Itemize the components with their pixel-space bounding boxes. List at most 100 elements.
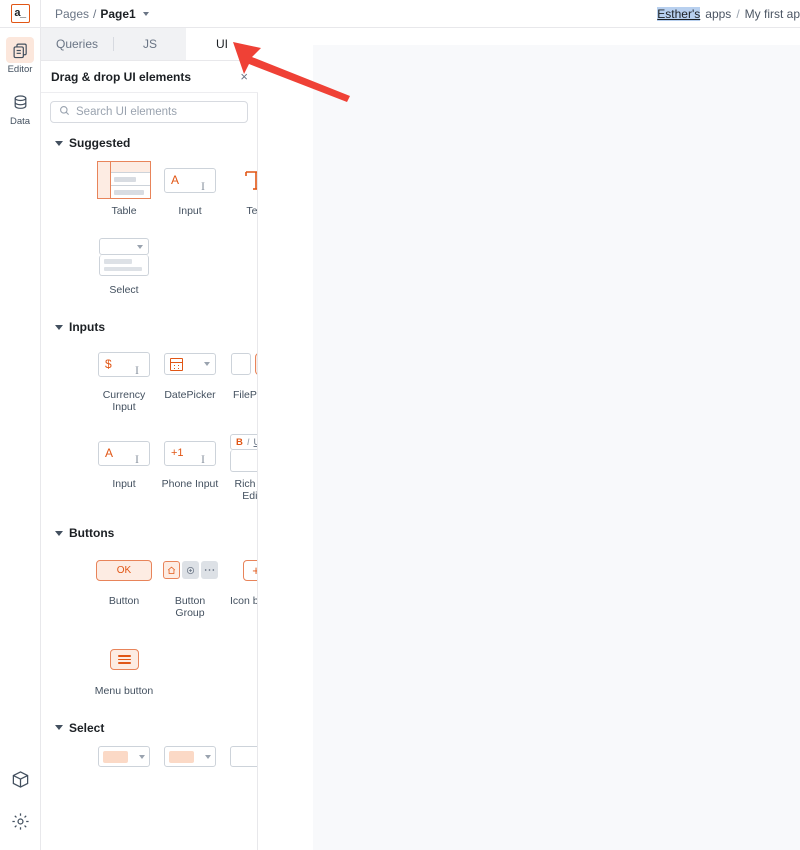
cube-icon[interactable]: [6, 766, 34, 792]
workspace-name-rest[interactable]: apps: [705, 7, 731, 21]
widget-card-phone-input[interactable]: +1 I Phone Input: [157, 433, 223, 512]
widget-card-select-b[interactable]: [157, 745, 223, 784]
breadcrumb-pages[interactable]: Pages: [55, 7, 89, 21]
section-title-inputs: Inputs: [69, 320, 105, 335]
tab-ui-label: UI: [216, 37, 228, 51]
widget-card-rich-text-editor[interactable]: B I U Rich Text Editor: [223, 433, 258, 512]
widget-card-currency-input[interactable]: $ I Currency Input: [91, 344, 157, 423]
application-name[interactable]: My first ap: [745, 7, 800, 21]
rte-bold-glyph: B: [236, 436, 243, 448]
widget-label: Text: [246, 205, 258, 217]
chevron-down-icon: [55, 324, 63, 330]
widget-label: Button Group: [174, 595, 206, 620]
table-widget-icon: [97, 160, 151, 200]
chevron-down-icon[interactable]: [142, 11, 149, 16]
chevron-down-icon: [55, 725, 63, 731]
breadcrumb: Pages / Page1: [55, 7, 149, 21]
close-icon[interactable]: ×: [240, 70, 248, 83]
select-value-chip: [169, 750, 194, 763]
text-widget-icon: [243, 160, 257, 200]
section-header-select[interactable]: Select: [41, 707, 257, 739]
multiselect-widget-icon: [164, 745, 216, 769]
select-widget-icon: [99, 235, 149, 279]
widget-label: Button: [108, 595, 140, 608]
button-widget-icon: OK: [96, 550, 152, 590]
breadcrumb-separator: /: [93, 6, 97, 21]
plus-circle-icon: [181, 561, 199, 580]
widget-card-filepicker[interactable]: FilePicker: [223, 344, 257, 423]
rail-item-editor[interactable]: Editor: [0, 28, 41, 80]
widget-grid-suggested: Table A I Input Te Select: [41, 154, 257, 306]
widget-label: Select: [109, 284, 139, 297]
widget-card-datepicker[interactable]: DatePicker: [157, 344, 223, 423]
widget-label: Phone Input: [161, 478, 219, 491]
search-icon: [59, 105, 70, 119]
widget-label: Rich Text Editor: [234, 478, 258, 503]
input-letter-glyph: A: [105, 445, 114, 460]
rail-item-data[interactable]: Data: [0, 80, 41, 132]
widget-grid-inputs: $ I Currency Input DatePicker FileP A I …: [41, 338, 257, 512]
breadcrumb-current-page[interactable]: Page1: [100, 7, 135, 21]
widget-card-select-c[interactable]: [223, 745, 257, 784]
chevron-down-icon: [204, 362, 210, 367]
datepicker-widget-icon: [164, 344, 216, 384]
widget-grid-select: [41, 739, 257, 784]
copy-pages-icon: [6, 37, 34, 63]
widget-card-text[interactable]: Text: [223, 160, 258, 227]
tab-queries[interactable]: Queries: [41, 28, 113, 60]
widget-label: FilePicker: [232, 389, 257, 402]
widget-card-button[interactable]: OK Button: [91, 550, 157, 629]
appsmith-editor-window: a_ Pages / Page1 Esther's apps / My firs…: [0, 0, 800, 850]
app-canvas[interactable]: Revenue($): [313, 45, 800, 850]
left-rail: Editor Data: [0, 28, 41, 850]
input-widget-icon: A I: [164, 160, 216, 200]
select-widget-icon: [98, 745, 150, 769]
app-logo[interactable]: a_: [0, 0, 41, 27]
app-breadcrumb-separator: /: [736, 6, 740, 21]
canvas-left-gutter: [258, 45, 313, 850]
widget-card-input-2[interactable]: A I Input: [91, 433, 157, 512]
select-empty-widget-icon: [230, 745, 257, 769]
section-header-inputs[interactable]: Inputs: [41, 306, 257, 338]
editor-tab-strip: Queries JS UI: [41, 28, 258, 61]
currency-symbol-glyph: $: [105, 356, 112, 371]
widget-label: Icon button: [230, 595, 257, 608]
search-input-placeholder: Search UI elements: [76, 106, 177, 118]
menu-button-widget-icon: [109, 640, 139, 680]
search-input[interactable]: Search UI elements: [50, 101, 248, 123]
canvas-top-gutter: [258, 28, 800, 45]
widget-label: DatePicker: [164, 389, 216, 402]
icon-button-widget-icon: +: [242, 550, 257, 590]
section-header-suggested[interactable]: Suggested: [41, 127, 257, 154]
section-header-buttons[interactable]: Buttons: [41, 512, 257, 544]
widget-card-icon-button[interactable]: + Icon button: [223, 550, 257, 629]
widget-card-menu-button[interactable]: Menu button: [91, 640, 157, 707]
gear-icon[interactable]: [6, 808, 34, 834]
rail-bottom-group: [6, 766, 34, 850]
section-title-buttons: Buttons: [69, 526, 115, 541]
tab-js-label: JS: [142, 37, 157, 51]
section-title-select: Select: [69, 720, 105, 735]
currency-input-widget-icon: $ I: [98, 344, 150, 384]
button-label-glyph: OK: [96, 559, 152, 581]
tab-ui[interactable]: UI: [186, 28, 258, 60]
widget-label: Input: [178, 205, 202, 217]
app-breadcrumb: Esther's apps / My first ap: [657, 0, 800, 27]
workspace-name-selected[interactable]: Esther's: [657, 6, 701, 21]
calendar-icon: [170, 357, 183, 371]
ellipsis-icon: [200, 561, 218, 580]
chevron-down-icon: [55, 530, 63, 536]
widget-grid-buttons: OK Button Button Group Icon Menu button: [41, 544, 257, 706]
widget-card-button-group[interactable]: Button Group: [157, 550, 223, 629]
tab-js[interactable]: JS: [114, 28, 186, 60]
widget-card-select-a[interactable]: [91, 745, 157, 784]
chevron-down-icon: [139, 754, 145, 759]
input-widget-icon: A I: [98, 433, 150, 473]
chevron-down-icon: [55, 140, 63, 146]
widget-card-select[interactable]: Select: [91, 235, 157, 306]
tab-queries-label: Queries: [55, 37, 99, 51]
widget-label: Currency Input: [102, 389, 146, 414]
rail-item-editor-label: Editor: [7, 64, 33, 75]
widget-card-input[interactable]: A I Input: [157, 160, 223, 227]
widget-card-table[interactable]: Table: [91, 160, 157, 227]
